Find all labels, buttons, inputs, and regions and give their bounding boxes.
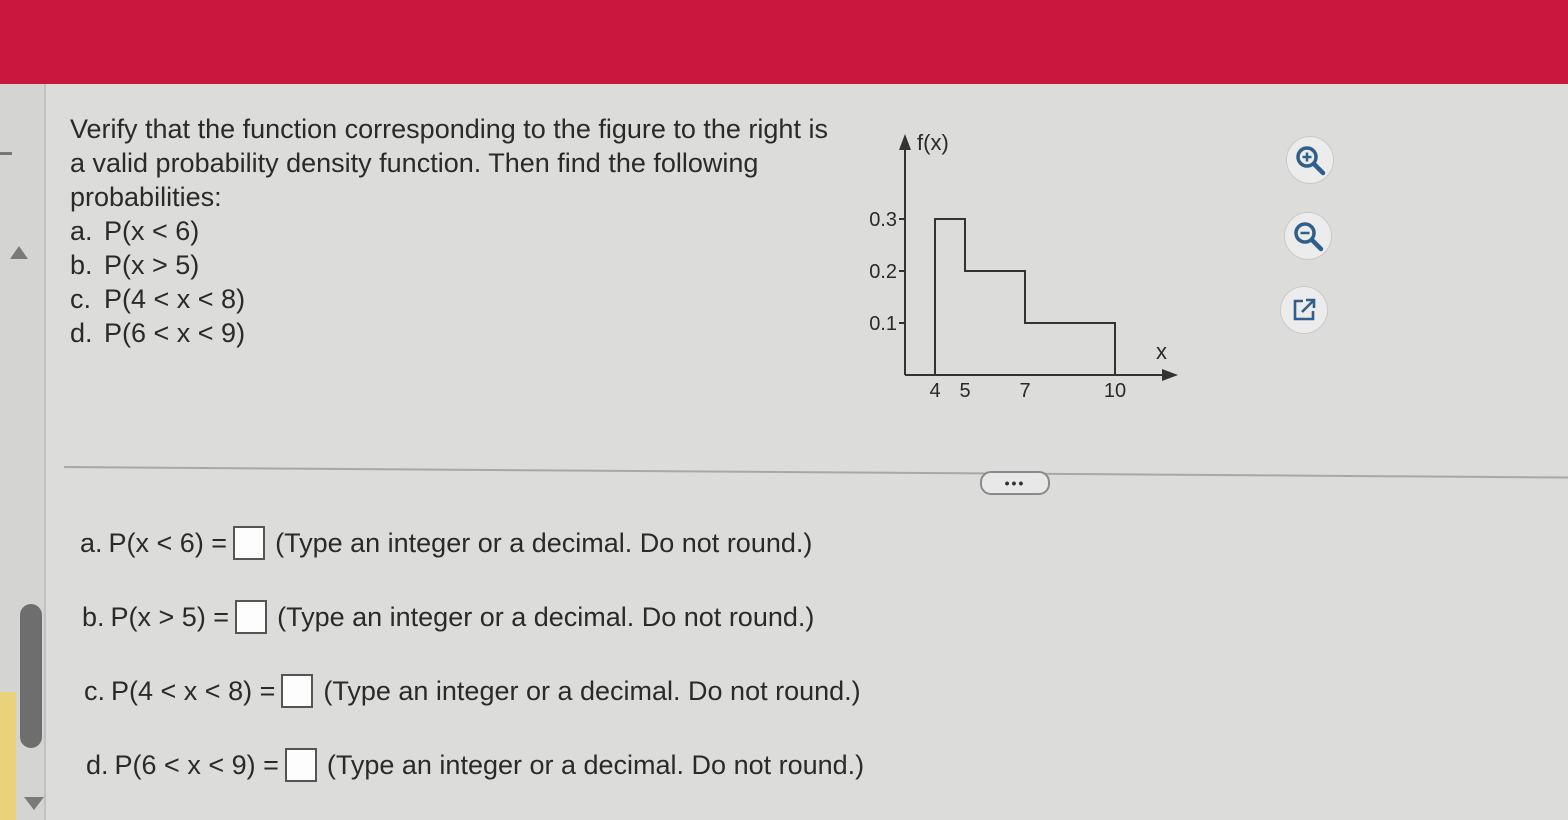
x-tick-label-3: 10 (1104, 380, 1126, 402)
question-items: a. P(x < 6) b. P(x > 5) c. P(4 < x < 8) d. P… (70, 214, 850, 350)
answer-row-a: a. P(x < 6) = (Type an integer or a deci… (80, 526, 812, 560)
question-text: Verify that the function corresponding t… (70, 112, 850, 350)
answer-row-b: b. P(x > 5) = (Type an integer or a deci… (82, 600, 814, 634)
y-tick-label-0: 0.1 (869, 313, 897, 335)
rail-marker (0, 152, 12, 155)
zoom-in-icon (1296, 146, 1326, 176)
zoom-out-button[interactable] (1284, 212, 1332, 260)
x-axis-arrow (1162, 369, 1178, 381)
x-tick-label-1: 5 (959, 380, 970, 402)
y-tick-label-2: 0.3 (869, 209, 897, 231)
y-axis-arrow (899, 134, 911, 150)
graph-layer: f(x) x 0.1 0.2 0.3 4 5 7 10 (869, 130, 1178, 402)
x-axis-label: x (1156, 339, 1167, 364)
answer-input-d[interactable] (284, 748, 317, 782)
question-item-d: d. P(6 < x < 9) (70, 318, 246, 348)
pdf-step-line (934, 218, 1116, 375)
answer-input-c[interactable] (281, 674, 314, 708)
question-item-a: a. P(x < 6) (70, 216, 200, 246)
question-intro: Verify that the function corresponding t… (70, 114, 828, 212)
scrollbar-thumb[interactable] (20, 604, 42, 748)
question-item-c: c. P(4 < x < 8) (70, 284, 246, 314)
popout-button[interactable] (1280, 286, 1328, 334)
answer-input-b[interactable] (235, 600, 268, 634)
zoom-out-icon (1294, 222, 1324, 252)
answer-row-d: d. P(6 < x < 9) = (Type an integer or a … (86, 748, 864, 782)
answer-input-a[interactable] (233, 526, 266, 560)
y-axis-label: f(x) (917, 130, 949, 155)
zoom-in-button[interactable] (1286, 136, 1334, 184)
pdf-graph: f(x) x 0.1 0.2 0.3 4 5 7 10 (869, 130, 1178, 402)
x-tick-label-0: 4 (929, 380, 940, 402)
side-strip (0, 692, 16, 820)
external-link-icon (1293, 298, 1316, 321)
x-tick-label-2: 7 (1019, 380, 1030, 402)
answer-row-c: c. P(4 < x < 8) = (Type an integer or a … (84, 674, 861, 708)
more-button[interactable]: ••• (980, 471, 1050, 495)
y-tick-label-1: 0.2 (869, 261, 897, 283)
scroll-down-icon[interactable] (24, 797, 44, 810)
question-item-b: b. P(x > 5) (70, 250, 200, 280)
scroll-up-icon[interactable] (10, 246, 28, 259)
